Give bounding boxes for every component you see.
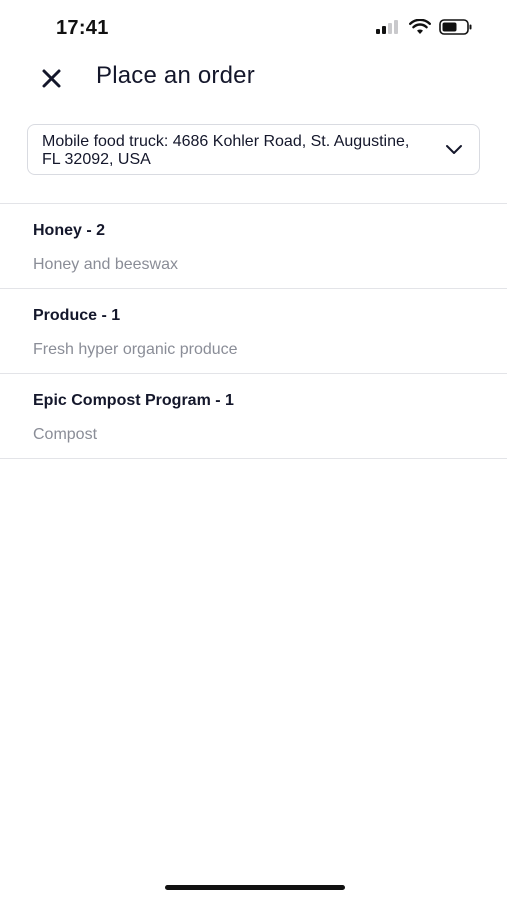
item-description: Fresh hyper organic produce <box>33 341 238 358</box>
list-item[interactable]: Honey - 2 Honey and beeswax <box>0 204 507 289</box>
home-indicator[interactable] <box>165 885 345 890</box>
location-value: Mobile food truck: 4686 Kohler Road, St.… <box>42 133 410 168</box>
battery-icon <box>439 19 472 35</box>
item-description: Honey and beeswax <box>33 256 178 273</box>
list-item[interactable]: Epic Compost Program - 1 Compost <box>0 374 507 459</box>
product-list: Honey - 2 Honey and beeswax Produce - 1 … <box>0 203 507 459</box>
list-item[interactable]: Produce - 1 Fresh hyper organic produce <box>0 289 507 374</box>
page-title: Place an order <box>96 62 255 89</box>
status-icons <box>375 19 473 35</box>
item-title: Honey - 2 <box>33 222 106 239</box>
close-icon <box>42 69 61 88</box>
location-select[interactable]: Mobile food truck: 4686 Kohler Road, St.… <box>27 124 480 175</box>
wifi-icon <box>409 19 431 34</box>
close-button[interactable] <box>38 65 66 93</box>
item-title: Produce - 1 <box>33 307 121 324</box>
status-bar: 17:41 <box>0 0 507 56</box>
cellular-signal-icon <box>376 20 398 34</box>
header: Place an order <box>0 56 507 104</box>
status-time: 17:41 <box>56 17 109 39</box>
item-title: Epic Compost Program - 1 <box>33 392 234 409</box>
chevron-down-icon <box>446 145 462 154</box>
item-description: Compost <box>33 426 98 443</box>
